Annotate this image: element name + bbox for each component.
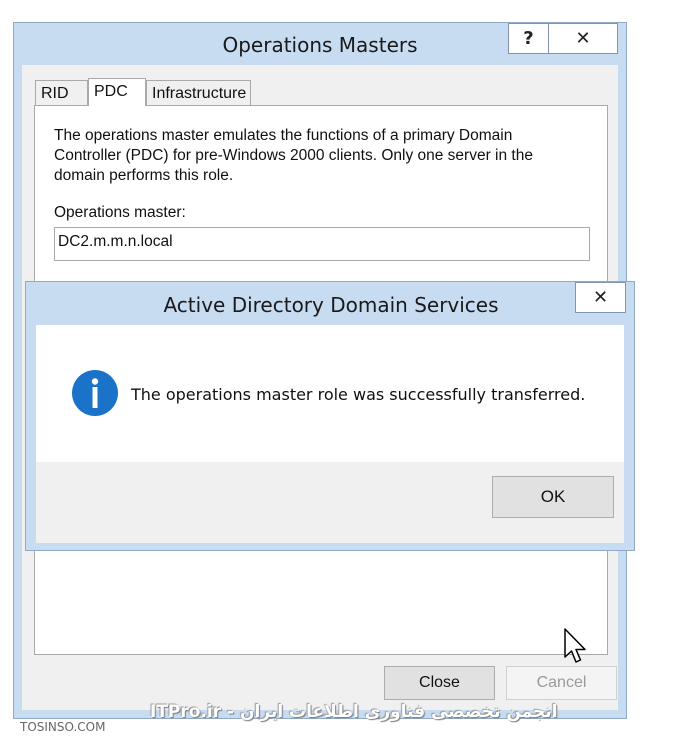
tab-pdc[interactable]: PDC	[88, 78, 146, 106]
message-box: Active Directory Domain Services ✕ The o…	[25, 281, 635, 551]
message-box-body: The operations master role was successfu…	[36, 325, 624, 462]
cancel-button[interactable]: Cancel	[506, 666, 617, 700]
tab-rid[interactable]: RID	[35, 80, 88, 105]
dialog-close-button[interactable]: ✕	[548, 23, 618, 54]
ok-button[interactable]: OK	[492, 476, 614, 518]
tab-infrastructure[interactable]: Infrastructure	[146, 80, 251, 105]
message-box-close-button[interactable]: ✕	[575, 282, 626, 313]
info-icon	[72, 370, 118, 416]
message-box-footer: OK	[36, 462, 624, 543]
message-box-title: Active Directory Domain Services	[163, 293, 499, 317]
role-description: The operations master emulates the funct…	[54, 127, 533, 184]
operations-master-label: Operations master:	[54, 204, 186, 221]
watermark-tosinso: TOSINSO.COM	[20, 720, 106, 734]
help-button[interactable]: ?	[508, 23, 549, 54]
message-text: The operations master role was successfu…	[131, 385, 586, 404]
close-button[interactable]: Close	[384, 666, 495, 700]
watermark-itpro: انجمن تخصصی فناوری اطلاعات ایران - ITPro…	[150, 702, 558, 722]
mouse-cursor-icon	[564, 628, 586, 663]
operations-master-field[interactable]: DC2.m.m.n.local	[54, 227, 590, 261]
